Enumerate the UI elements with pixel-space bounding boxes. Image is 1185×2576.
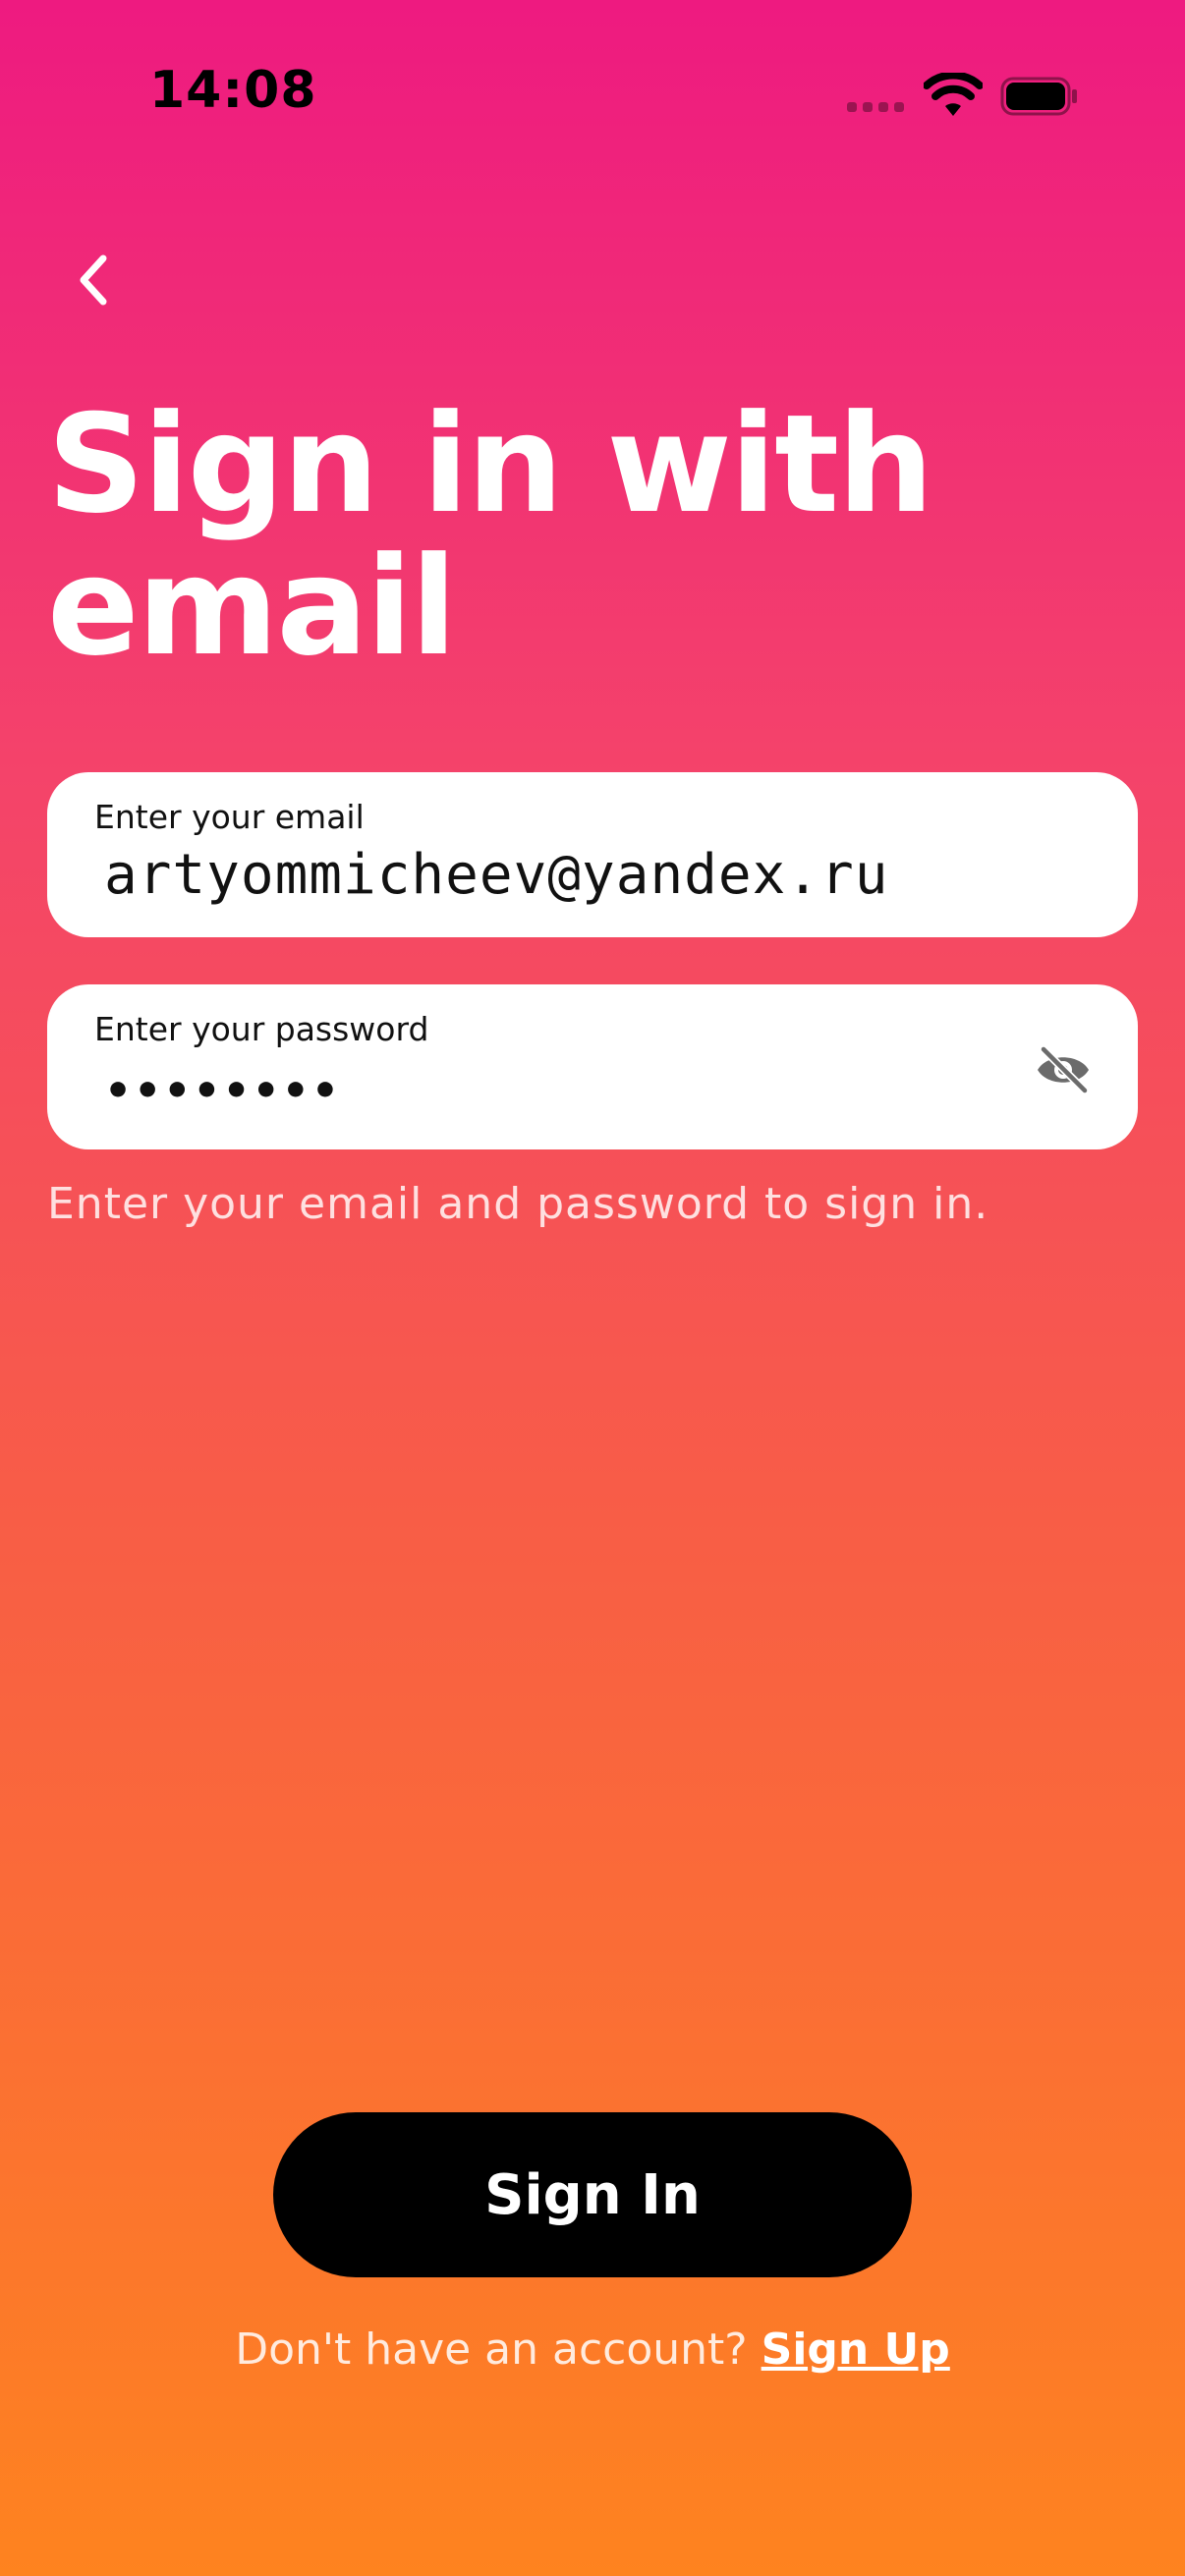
signup-prompt-row: Don't have an account? Sign Up xyxy=(0,2324,1185,2375)
sign-up-link[interactable]: Sign Up xyxy=(762,2324,950,2375)
password-input[interactable] xyxy=(104,1053,988,1128)
form-hint-text: Enter your email and password to sign in… xyxy=(47,1179,989,1229)
email-input[interactable] xyxy=(104,837,988,912)
email-field-label: Enter your email xyxy=(94,798,365,836)
password-field-label: Enter your password xyxy=(94,1010,429,1048)
password-field[interactable]: Enter your password xyxy=(47,984,1138,1149)
chevron-left-icon xyxy=(80,254,107,306)
eye-off-icon[interactable] xyxy=(1034,1045,1093,1094)
sign-in-button[interactable]: Sign In xyxy=(273,2112,912,2277)
email-field[interactable]: Enter your email xyxy=(47,772,1138,937)
back-button[interactable] xyxy=(59,246,128,314)
status-time: 14:08 xyxy=(149,61,317,120)
cellular-signal-icon xyxy=(847,102,904,112)
page-title: Sign in with email xyxy=(47,385,933,686)
battery-icon xyxy=(1000,77,1077,116)
wifi-icon xyxy=(924,73,983,116)
status-bar: 14:08 xyxy=(0,0,1185,196)
signup-prompt-text: Don't have an account? xyxy=(235,2324,762,2375)
